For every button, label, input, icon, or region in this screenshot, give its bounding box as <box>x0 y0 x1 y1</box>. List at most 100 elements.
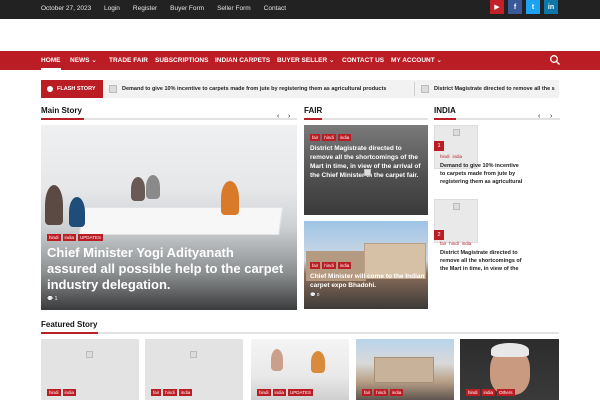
nav-my-account[interactable]: MY ACCOUNT ⌄ <box>391 51 442 70</box>
rank-badge: 1 <box>434 141 444 151</box>
tag-badge[interactable]: hindi <box>322 134 336 141</box>
india-next-arrow[interactable]: › <box>550 113 552 120</box>
flash-item[interactable]: Demand to give 10% incentive to carpets … <box>109 84 386 94</box>
image-placeholder-icon <box>453 129 460 136</box>
image-placeholder-icon <box>109 84 117 93</box>
nav-contact-us[interactable]: CONTACT US <box>342 51 384 70</box>
featured-card[interactable]: hindi india Others <box>460 339 559 400</box>
search-icon[interactable] <box>549 54 561 66</box>
tag-badge[interactable]: hindi <box>322 262 336 269</box>
india-item-title[interactable]: District Magistrate directed to remove a… <box>440 249 524 274</box>
tag-badge[interactable]: fair <box>362 389 373 396</box>
fair-underline <box>304 118 428 120</box>
twitter-icon[interactable]: t <box>526 0 540 14</box>
tag-badge[interactable]: india <box>272 389 287 396</box>
featured-card[interactable]: fair hindi india <box>145 339 243 400</box>
nav-news[interactable]: NEWS ⌄ <box>70 51 97 70</box>
login-link[interactable]: Login <box>104 5 120 12</box>
tag-badge[interactable]: hindi <box>466 389 480 396</box>
fair-card-title[interactable]: Chief Minister will come to the Indian c… <box>310 272 425 290</box>
tag-badge[interactable]: fair <box>310 262 321 269</box>
tag-badge[interactable]: india <box>178 389 193 396</box>
meeting-table <box>79 207 283 235</box>
featured-story-title: Featured Story <box>41 320 98 329</box>
rank-badge: 2 <box>434 230 444 240</box>
flash-story-text: FLASH STORY <box>57 86 96 92</box>
featured-underline <box>41 332 559 334</box>
india-item-title[interactable]: Demand to give 10% incentive to carpets … <box>440 162 524 187</box>
chevron-down-icon: ⌄ <box>329 57 335 64</box>
person-figure <box>311 351 325 373</box>
chevron-down-icon: ⌄ <box>436 57 442 64</box>
comment-count: 💬 0 <box>310 292 320 297</box>
tag-badge[interactable]: india <box>337 134 352 141</box>
tag-link[interactable]: hindi <box>440 154 450 159</box>
tag-badge[interactable]: UPDATES <box>288 389 313 396</box>
nav-indian-carpets[interactable]: INDIAN CARPETS <box>215 51 270 70</box>
portrait-hair <box>491 343 529 357</box>
seller-form-link[interactable]: Seller Form <box>217 5 251 12</box>
nav-home[interactable]: HOME <box>41 51 61 70</box>
india-list-item[interactable]: 1 hindi india Demand to give 10% incenti… <box>434 125 560 193</box>
main-story-caption: hindi india UPDATES Chief Minister Yogi … <box>47 234 287 302</box>
india-list-item[interactable]: 2 fair hindi india District Magistrate d… <box>434 199 560 289</box>
tag-list: fair hindi india <box>310 262 425 269</box>
tag-badge[interactable]: hindi <box>47 234 61 241</box>
top-bar: October 27, 2023 Login Register Buyer Fo… <box>0 0 600 19</box>
tag-list: hindi india <box>47 389 77 396</box>
tag-list: hindi india Others <box>466 389 515 396</box>
tag-link[interactable]: india <box>462 241 472 246</box>
tag-link[interactable]: hindi <box>449 241 459 246</box>
nav-buyer-seller[interactable]: BUYER SELLER ⌄ <box>277 51 334 70</box>
person-figure <box>131 177 145 201</box>
tag-badge[interactable]: fair <box>151 389 162 396</box>
featured-card[interactable]: fair hindi india <box>356 339 454 400</box>
buyer-form-link[interactable]: Buyer Form <box>170 5 204 12</box>
tag-link[interactable]: india <box>453 154 463 159</box>
current-date: October 27, 2023 <box>41 5 92 12</box>
india-prev-arrow[interactable]: ‹ <box>538 113 540 120</box>
featured-card[interactable]: hindi india UPDATES <box>251 339 349 400</box>
nav-news-label: NEWS <box>70 57 90 64</box>
facebook-icon[interactable]: f <box>508 0 522 14</box>
tag-list: hindi india UPDATES <box>47 234 287 241</box>
flash-item[interactable]: District Magistrate directed to remove a… <box>421 84 555 94</box>
main-nav: HOME NEWS ⌄ TRADE FAIR SUBSCRIPTIONS IND… <box>0 51 600 70</box>
image-placeholder-icon <box>190 351 197 358</box>
main-story-card[interactable]: hindi india UPDATES Chief Minister Yogi … <box>41 125 297 310</box>
featured-card[interactable]: hindi india <box>41 339 139 400</box>
nav-subscriptions[interactable]: SUBSCRIPTIONS <box>155 51 208 70</box>
tag-badge[interactable]: india <box>389 389 404 396</box>
fair-card[interactable]: fair hindi india Chief Minister will com… <box>304 221 428 309</box>
tag-badge[interactable]: hindi <box>163 389 177 396</box>
top-links: Login Register Buyer Form Seller Form Co… <box>104 5 299 12</box>
nav-trade-fair[interactable]: TRADE FAIR <box>109 51 148 70</box>
tag-badge[interactable]: india <box>62 389 77 396</box>
tag-link[interactable]: fair <box>440 241 446 246</box>
comment-count: 💬 1 <box>47 296 58 302</box>
contact-link[interactable]: Contact <box>264 5 286 12</box>
fair-card-caption: fair hindi india Chief Minister will com… <box>310 262 425 298</box>
tag-list: hindi india UPDATES <box>257 389 313 396</box>
tag-badge[interactable]: hindi <box>374 389 388 396</box>
tag-badge[interactable]: india <box>62 234 77 241</box>
tag-badge[interactable]: UPDATES <box>78 234 103 241</box>
header-strip <box>0 19 600 51</box>
main-story-next-arrow[interactable]: › <box>288 113 290 120</box>
tag-badge[interactable]: india <box>481 389 496 396</box>
tag-badge[interactable]: hindi <box>257 389 271 396</box>
main-story-headline[interactable]: Chief Minister Yogi Adityanath assured a… <box>47 245 287 293</box>
person-figure <box>146 175 160 199</box>
divider <box>414 82 415 96</box>
tag-badge[interactable]: india <box>337 262 352 269</box>
tag-badge[interactable]: fair <box>310 134 321 141</box>
main-story-prev-arrow[interactable]: ‹ <box>277 113 279 120</box>
register-link[interactable]: Register <box>133 5 157 12</box>
fair-card[interactable]: fair hindi india District Magistrate dir… <box>304 125 428 215</box>
tag-badge[interactable]: hindi <box>47 389 61 396</box>
linkedin-icon[interactable]: in <box>544 0 558 14</box>
tag-badge[interactable]: Others <box>497 389 515 396</box>
person-figure <box>69 197 85 227</box>
youtube-icon[interactable]: ▶ <box>490 0 504 14</box>
india-underline <box>434 118 560 120</box>
